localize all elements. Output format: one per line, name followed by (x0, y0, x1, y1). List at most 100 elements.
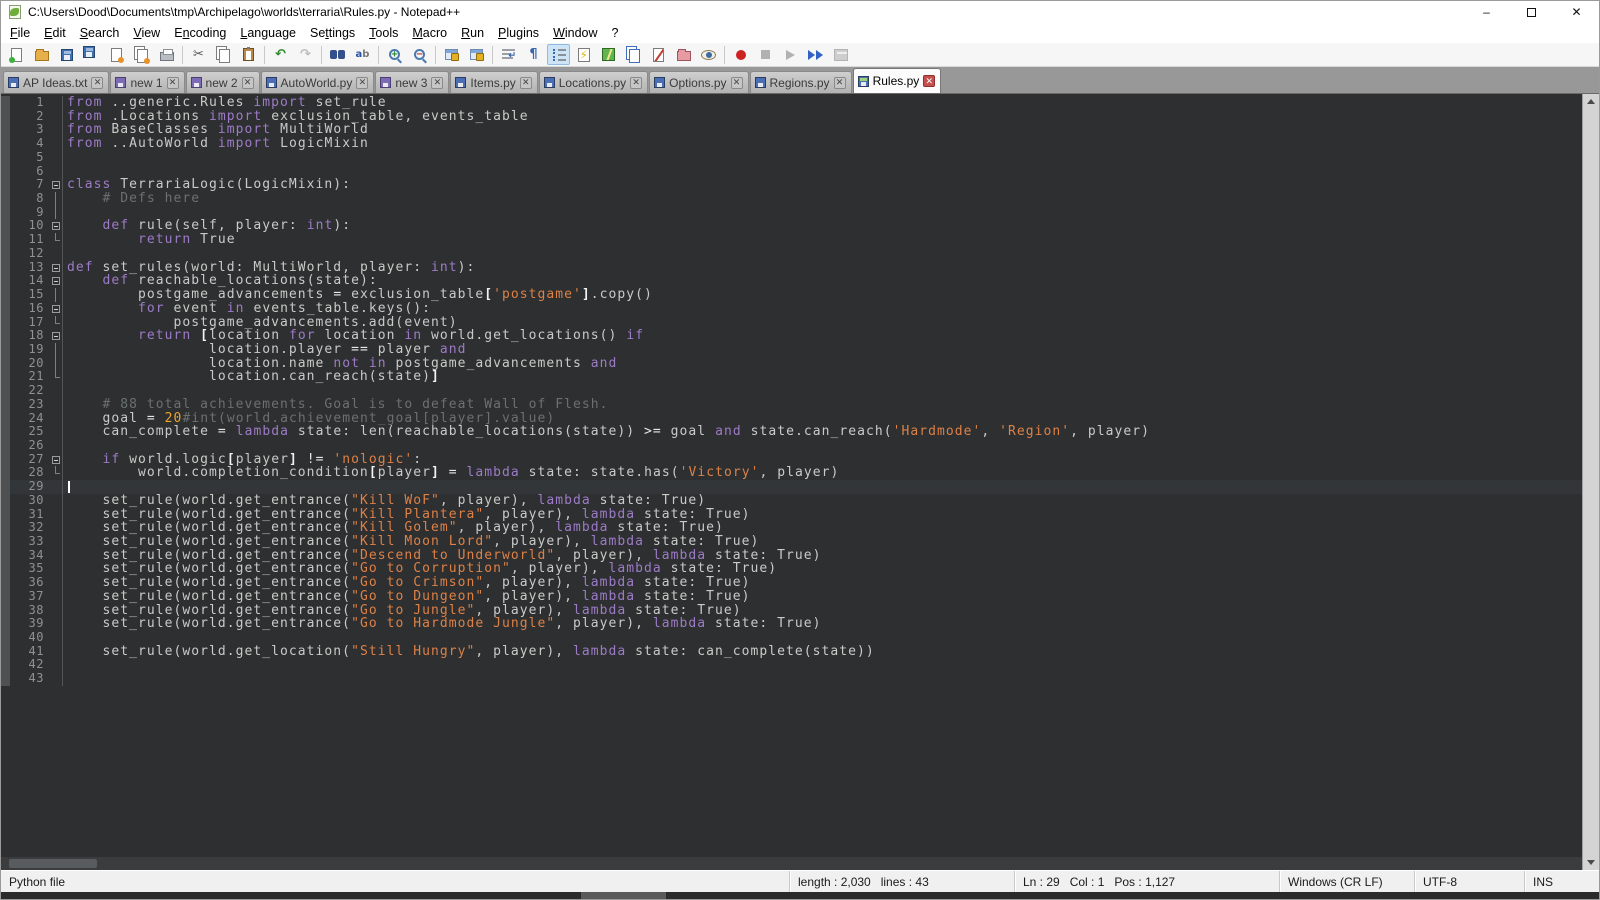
code-line-38[interactable]: 38 set_rule(world.get_entrance("Go to Ju… (1, 604, 1582, 618)
bookmark-margin[interactable] (1, 453, 10, 467)
code-line-34[interactable]: 34 set_rule(world.get_entrance("Descend … (1, 549, 1582, 563)
code-line-23[interactable]: 23 # 88 total achievements. Goal is to d… (1, 398, 1582, 412)
code-line-3[interactable]: 3from BaseClasses import MultiWorld (1, 123, 1582, 137)
fold-margin[interactable] (50, 562, 63, 576)
fold-collapse-icon[interactable] (52, 222, 60, 230)
bookmark-margin[interactable] (1, 192, 10, 206)
menu-language[interactable]: Language (233, 24, 303, 42)
code-line-12[interactable]: 12 (1, 247, 1582, 261)
line-number[interactable]: 6 (10, 165, 50, 179)
tab-new-2[interactable]: new 2✕ (186, 71, 260, 93)
fold-margin[interactable] (50, 329, 63, 343)
code-line-11[interactable]: 11 return True (1, 233, 1582, 247)
menu-help[interactable]: ? (605, 24, 626, 42)
menu-view[interactable]: View (126, 24, 167, 42)
bookmark-margin[interactable] (1, 151, 10, 165)
bookmark-margin[interactable] (1, 288, 10, 302)
code-line-1[interactable]: 1from ..generic.Rules import set_rule (1, 96, 1582, 110)
code-line-24[interactable]: 24 goal = 20#int(world.achievement_goal[… (1, 412, 1582, 426)
line-number[interactable]: 24 (10, 412, 50, 426)
macro-stop-icon[interactable] (754, 44, 777, 65)
code-line-39[interactable]: 39 set_rule(world.get_entrance("Go to Ha… (1, 617, 1582, 631)
tab-close-icon[interactable]: ✕ (167, 77, 179, 89)
bookmark-margin[interactable] (1, 590, 10, 604)
code-line-29[interactable]: 29 (1, 480, 1582, 494)
fold-margin[interactable] (50, 370, 63, 384)
bookmark-margin[interactable] (1, 302, 10, 316)
bookmark-margin[interactable] (1, 219, 10, 233)
code-line-22[interactable]: 22 (1, 384, 1582, 398)
close-button[interactable]: ✕ (1554, 1, 1599, 23)
bookmark-margin[interactable] (1, 425, 10, 439)
paste-icon[interactable] (237, 44, 260, 65)
tab-new-1[interactable]: new 1✕ (110, 71, 184, 93)
menu-plugins[interactable]: Plugins (491, 24, 546, 42)
fold-margin[interactable] (50, 151, 63, 165)
tab-close-icon[interactable]: ✕ (356, 77, 368, 89)
code-line-13[interactable]: 13def set_rules(world: MultiWorld, playe… (1, 261, 1582, 275)
fold-collapse-icon[interactable] (52, 332, 60, 340)
bookmark-margin[interactable] (1, 206, 10, 220)
fold-collapse-icon[interactable] (52, 277, 60, 285)
show-indent-guide-icon[interactable] (547, 44, 570, 65)
code-line-5[interactable]: 5 (1, 151, 1582, 165)
tab-close-icon[interactable]: ✕ (923, 75, 935, 87)
tab-close-icon[interactable]: ✕ (91, 77, 103, 89)
tab-rules-py[interactable]: Rules.py✕ (853, 68, 942, 93)
fold-margin[interactable] (50, 617, 63, 631)
bookmark-margin[interactable] (1, 165, 10, 179)
redo-icon[interactable]: ↷ (294, 44, 317, 65)
tab-close-icon[interactable]: ✕ (630, 77, 642, 89)
code-editor[interactable]: 1from ..generic.Rules import set_rule2fr… (1, 94, 1582, 857)
bookmark-margin[interactable] (1, 480, 10, 494)
code-line-8[interactable]: 8 # Defs here (1, 192, 1582, 206)
macro-run-multiple-icon[interactable] (804, 44, 827, 65)
fold-margin[interactable] (50, 494, 63, 508)
zoom-in-icon[interactable]: + (383, 44, 406, 65)
code-line-17[interactable]: 17 postgame_advancements.add(event) (1, 316, 1582, 330)
line-number[interactable]: 25 (10, 425, 50, 439)
code-line-41[interactable]: 41 set_rule(world.get_location("Still Hu… (1, 645, 1582, 659)
bookmark-margin[interactable] (1, 508, 10, 522)
tab-options-py[interactable]: Options.py✕ (649, 71, 748, 93)
minimize-button[interactable]: – (1464, 1, 1509, 23)
macro-save-icon[interactable] (829, 44, 852, 65)
horizontal-scrollbar-thumb[interactable] (9, 859, 97, 868)
code-line-26[interactable]: 26 (1, 439, 1582, 453)
code-line-21[interactable]: 21 location.can_reach(state)] (1, 370, 1582, 384)
code-line-25[interactable]: 25 can_complete = lambda state: len(reac… (1, 425, 1582, 439)
fold-margin[interactable] (50, 288, 63, 302)
open-file-icon[interactable] (30, 44, 53, 65)
fold-collapse-icon[interactable] (52, 181, 60, 189)
bookmark-margin[interactable] (1, 384, 10, 398)
fold-margin[interactable] (50, 247, 63, 261)
monitoring-eye-icon[interactable] (697, 44, 720, 65)
tab-regions-py[interactable]: Regions.py✕ (750, 71, 852, 93)
code-line-30[interactable]: 30 set_rule(world.get_entrance("Kill WoF… (1, 494, 1582, 508)
bookmark-margin[interactable] (1, 110, 10, 124)
code-line-10[interactable]: 10 def rule(self, player: int): (1, 219, 1582, 233)
bookmark-margin[interactable] (1, 329, 10, 343)
fold-margin[interactable] (50, 425, 63, 439)
menu-macro[interactable]: Macro (405, 24, 454, 42)
fold-margin[interactable] (50, 137, 63, 151)
code-line-19[interactable]: 19 location.player == player and (1, 343, 1582, 357)
code-line-15[interactable]: 15 postgame_advancements = exclusion_tab… (1, 288, 1582, 302)
code-line-28[interactable]: 28 world.completion_condition[player] = … (1, 466, 1582, 480)
line-number[interactable]: 26 (10, 439, 50, 453)
code-line-36[interactable]: 36 set_rule(world.get_entrance("Go to Cr… (1, 576, 1582, 590)
save-all-icon[interactable] (80, 44, 103, 65)
line-number[interactable]: 20 (10, 357, 50, 371)
line-number[interactable]: 30 (10, 494, 50, 508)
line-number[interactable]: 27 (10, 453, 50, 467)
fold-margin[interactable] (50, 357, 63, 371)
function-list-icon[interactable] (647, 44, 670, 65)
line-number[interactable]: 3 (10, 123, 50, 137)
fold-margin[interactable] (50, 508, 63, 522)
cut-icon[interactable]: ✂ (187, 44, 210, 65)
fold-margin[interactable] (50, 261, 63, 275)
tab-new-3[interactable]: new 3✕ (375, 71, 449, 93)
tab-close-icon[interactable]: ✕ (731, 77, 743, 89)
fold-margin[interactable] (50, 631, 63, 645)
fold-margin[interactable] (50, 672, 63, 686)
